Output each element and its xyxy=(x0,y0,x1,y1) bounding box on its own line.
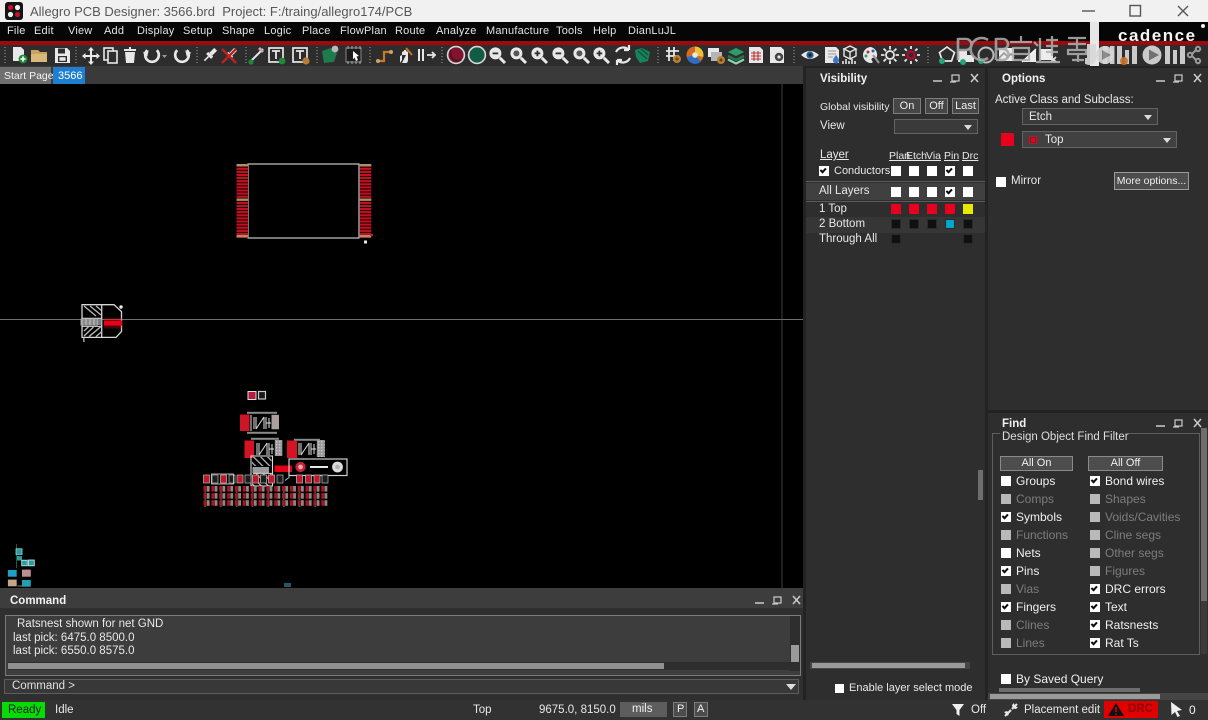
svg-text:cadence: cadence xyxy=(1118,26,1197,45)
